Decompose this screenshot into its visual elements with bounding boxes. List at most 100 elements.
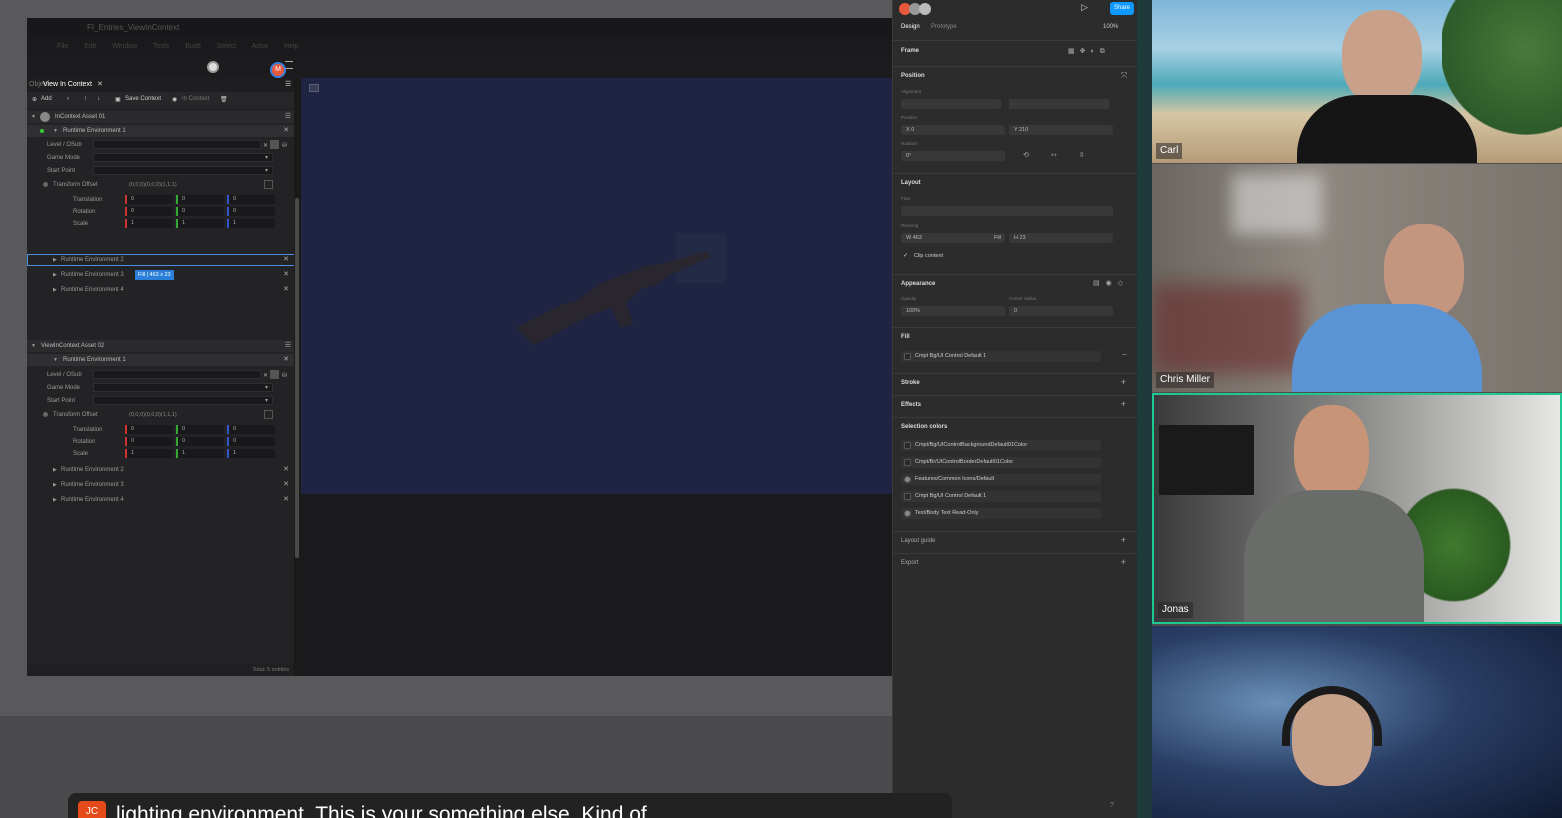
appearance-icons[interactable]: ▤◉◇ [1093, 279, 1129, 287]
remove-icon[interactable]: ✕ [283, 254, 289, 266]
frame-tools-icon[interactable]: ▦✥◐⧉ [1068, 47, 1110, 56]
rotation-z-input[interactable]: 0 [227, 207, 275, 216]
expand-icon[interactable]: ▼ [53, 125, 58, 137]
expand-icon[interactable]: ▶ [53, 479, 57, 491]
add-button[interactable]: Add [41, 96, 52, 102]
design-tab[interactable]: Design [901, 24, 920, 30]
add-stroke-icon[interactable]: + [1121, 377, 1126, 387]
y-input[interactable]: Y 210 [1009, 125, 1113, 135]
corner-radius-input[interactable]: 0 [1009, 306, 1113, 316]
rotation-x-input[interactable]: 0 [125, 437, 173, 446]
remove-icon[interactable]: ✕ [283, 284, 289, 296]
expand-icon[interactable]: ▶ [53, 269, 57, 281]
env-row[interactable]: ▼ Runtime Environment 1 ✕ [27, 354, 295, 366]
translation-z-input[interactable]: 0 [227, 425, 275, 434]
flow-buttons[interactable] [901, 206, 1113, 216]
remove-icon[interactable]: ✕ [283, 269, 289, 281]
expand-icon[interactable]: ▼ [53, 354, 58, 366]
env-row[interactable]: ▼ Runtime Environment 1 ✕ [27, 125, 295, 137]
scrollbar-thumb[interactable] [295, 198, 299, 558]
back-icon[interactable]: ‹ [67, 96, 69, 102]
level-input[interactable] [93, 140, 261, 149]
participant-tile-4[interactable] [1152, 626, 1562, 818]
reset-icon[interactable]: ⛁ [282, 140, 287, 152]
asset-menu-icon[interactable]: ☰ [285, 111, 291, 123]
expand-icon[interactable]: ▶ [53, 464, 57, 476]
transform-reset-icon[interactable] [264, 410, 273, 419]
rotation-x-input[interactable]: 0 [125, 207, 173, 216]
add-layout-guide-icon[interactable]: + [1121, 535, 1126, 545]
user-avatar[interactable]: M [270, 62, 286, 78]
selection-color-item[interactable]: Text/Body Text Read-Only [901, 508, 1101, 519]
translation-y-input[interactable]: 0 [176, 195, 224, 204]
add-icon[interactable]: ⊕ [32, 96, 37, 103]
chevron-down-icon[interactable]: ▾ [265, 152, 268, 164]
env-row-2[interactable]: ▶ Runtime Environment 2 ✕ [27, 254, 295, 266]
translation-y-input[interactable]: 0 [176, 425, 224, 434]
frame-dropdown[interactable]: Frame [901, 48, 919, 54]
clear-icon[interactable]: ✕ [263, 140, 268, 152]
asset-row-2[interactable]: ▼ ViewInContext Asset 02 ☰ [27, 340, 295, 352]
trash-icon[interactable]: 🗑 [220, 96, 228, 103]
help-button[interactable]: ? [1110, 802, 1120, 812]
editor-menubar[interactable]: File Edit Window Tools Build Select Acto… [27, 38, 892, 56]
participant-tile-jonas-active[interactable]: Jonas [1152, 393, 1562, 624]
play-icon[interactable]: ▷ [1081, 2, 1088, 13]
participant-tile-chris[interactable]: Chris Miller [1152, 164, 1562, 392]
env-row-4[interactable]: ▶ Runtime Environment 4 ✕ [27, 494, 295, 506]
viewport-options-icon[interactable] [309, 84, 319, 92]
add-export-icon[interactable]: + [1121, 557, 1126, 567]
selection-color-item[interactable]: Cmpt Bg/UI Control Default 1 [901, 491, 1101, 502]
move-up-icon[interactable]: ↑ [84, 96, 87, 102]
close-tab-icon[interactable]: ✕ [97, 80, 103, 88]
translation-z-input[interactable]: 0 [227, 195, 275, 204]
browse-icon[interactable] [270, 140, 279, 149]
share-button[interactable]: Share [1110, 2, 1134, 15]
reset-icon[interactable]: ⛁ [282, 370, 287, 382]
align-vertical-buttons[interactable] [1009, 99, 1109, 109]
save-icon[interactable]: ▣ [115, 96, 121, 103]
hamburger-icon[interactable] [285, 61, 293, 69]
asset-menu-icon[interactable]: ☰ [285, 340, 291, 352]
env-row-3[interactable]: ▶ Runtime Environment 3 Fill | 463 x 23 … [27, 269, 295, 281]
rotation-y-input[interactable]: 0 [176, 437, 224, 446]
scale-z-input[interactable]: 1 [227, 449, 275, 458]
collapse-icon[interactable]: ▼ [31, 340, 36, 352]
eye-icon[interactable]: ◉ [172, 96, 177, 103]
constraints-icon[interactable]: ⤧ [1121, 71, 1127, 81]
add-effect-icon[interactable]: + [1121, 399, 1126, 409]
selection-color-item[interactable]: Features/Common Icons/Default [901, 474, 1101, 485]
selection-color-item[interactable]: Cmpt/Br/UIControlBorderDefault01Color [901, 457, 1101, 468]
rotation-z-input[interactable]: 0 [227, 437, 275, 446]
clear-icon[interactable]: ✕ [263, 370, 268, 382]
game-mode-select[interactable] [93, 153, 273, 162]
remove-icon[interactable]: ✕ [283, 464, 289, 476]
remove-icon[interactable]: ✕ [283, 494, 289, 506]
collapse-icon[interactable]: ▼ [31, 111, 36, 123]
env-row-3[interactable]: ▶ Runtime Environment 3 ✕ [27, 479, 295, 491]
scale-x-input[interactable]: 1 [125, 449, 173, 458]
x-input[interactable]: X 0 [901, 125, 1005, 135]
translation-x-input[interactable]: 0 [125, 195, 173, 204]
collaborator-avatar[interactable] [919, 3, 931, 15]
3d-viewport[interactable] [301, 78, 892, 494]
transform-reset-icon[interactable] [264, 180, 273, 189]
chevron-down-icon[interactable]: ▾ [265, 382, 268, 394]
width-mode[interactable]: Fill [994, 233, 1001, 243]
level-input[interactable] [93, 370, 261, 379]
participant-tile-carl[interactable]: Carl [1152, 0, 1562, 163]
zoom-level[interactable]: 100% [1103, 24, 1118, 30]
env-row-4[interactable]: ▶ Runtime Environment 4 ✕ [27, 284, 295, 296]
scale-x-input[interactable]: 1 [125, 219, 173, 228]
remove-icon[interactable]: ✕ [283, 354, 289, 366]
translation-x-input[interactable]: 0 [125, 425, 173, 434]
fill-value[interactable]: Cmpt Bg/UI Control Default 1 [901, 351, 1101, 362]
asset-row-1[interactable]: ▼ InContext Asset 01 ☰ [27, 111, 295, 123]
view-in-context-tab[interactable]: View In Context [43, 81, 92, 88]
move-down-icon[interactable]: ↓ [97, 96, 100, 102]
expand-icon[interactable]: ▶ [53, 254, 57, 266]
game-mode-select[interactable] [93, 383, 273, 392]
rotation-input[interactable]: 0° [901, 151, 1005, 161]
chevron-down-icon[interactable]: ▾ [265, 165, 268, 177]
start-point-select[interactable] [93, 396, 273, 405]
